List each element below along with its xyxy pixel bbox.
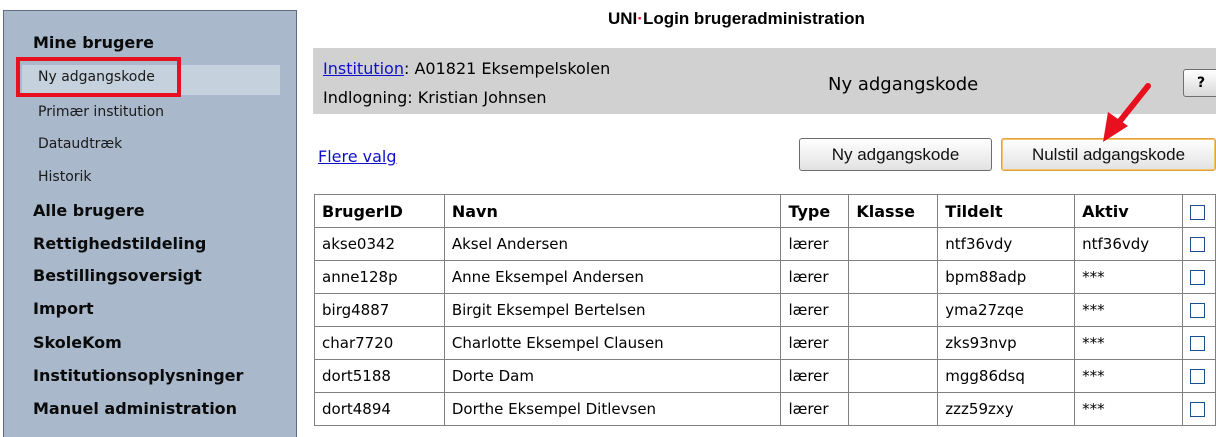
column-header-aktiv[interactable]: Aktiv: [1074, 194, 1183, 228]
cell-klasse: [848, 227, 939, 261]
cell-select: [1181, 326, 1216, 360]
cell-select: [1181, 359, 1216, 393]
cell-select: [1181, 392, 1216, 426]
cell-tildelt: mgg86dsq: [937, 359, 1076, 393]
sidebar-group-skolekom[interactable]: SkoleKom: [33, 333, 122, 352]
cell-type: lærer: [780, 359, 850, 393]
cell-klasse: [848, 260, 939, 294]
institution-line: Institution: A01821 Eksempelskolen: [323, 59, 610, 78]
cell-navn: Charlotte Eksempel Clausen: [443, 326, 782, 360]
sidebar-item-dataudtraek[interactable]: Dataudtræk: [38, 136, 122, 152]
info-bar: Institution: A01821 Eksempelskolen Indlo…: [313, 48, 1216, 114]
table-row: akse0342 Aksel Andersen lærer ntf36vdy n…: [314, 227, 1216, 261]
institution-value: : A01821 Eksempelskolen: [403, 59, 611, 78]
cell-brugerid: birg4887: [314, 293, 445, 327]
select-all-cell: [1181, 194, 1216, 228]
sidebar-item-historik[interactable]: Historik: [38, 169, 92, 185]
column-header-brugerid[interactable]: BrugerID: [314, 194, 445, 228]
column-header-klasse[interactable]: Klasse: [848, 194, 939, 228]
select-all-checkbox[interactable]: [1189, 204, 1205, 220]
table-row: char7720 Charlotte Eksempel Clausen lære…: [314, 326, 1216, 360]
cell-aktiv: ***: [1074, 392, 1183, 426]
column-header-navn[interactable]: Navn: [443, 194, 782, 228]
sidebar-group-rettighedstildeling[interactable]: Rettighedstildeling: [33, 234, 206, 253]
table-row: dort4894 Dorthe Eksempel Ditlevsen lærer…: [314, 392, 1216, 426]
cell-klasse: [848, 293, 939, 327]
cell-navn: Dorthe Eksempel Ditlevsen: [443, 392, 782, 426]
app-title: UNI·Login brugeradministration: [608, 9, 865, 28]
cell-aktiv: ***: [1074, 326, 1183, 360]
row-checkbox[interactable]: [1189, 336, 1205, 351]
cell-aktiv: ***: [1074, 260, 1183, 294]
table-header-row: BrugerID Navn Type Klasse Tildelt Aktiv: [314, 194, 1216, 228]
table-row: birg4887 Birgit Eksempel Bertelsen lærer…: [314, 293, 1216, 327]
sidebar-group-institutionsoplysninger[interactable]: Institutionsoplysninger: [33, 366, 243, 385]
users-table: BrugerID Navn Type Klasse Tildelt Aktiv …: [314, 194, 1216, 426]
row-checkbox[interactable]: [1189, 270, 1205, 285]
cell-brugerid: akse0342: [314, 227, 445, 261]
cell-navn: Anne Eksempel Andersen: [443, 260, 782, 294]
highlight-box: [16, 57, 181, 97]
login-info: Indlogning: Kristian Johnsen: [323, 88, 547, 107]
cell-brugerid: char7720: [314, 326, 445, 360]
row-checkbox[interactable]: [1189, 369, 1205, 384]
column-header-tildelt[interactable]: Tildelt: [937, 194, 1076, 228]
cell-brugerid: dort4894: [314, 392, 445, 426]
new-password-button[interactable]: Ny adgangskode: [799, 138, 992, 171]
cell-navn: Dorte Dam: [443, 359, 782, 393]
cell-aktiv: ntf36vdy: [1074, 227, 1183, 261]
cell-select: [1181, 227, 1216, 261]
sidebar-group-import[interactable]: Import: [33, 299, 94, 318]
cell-tildelt: zzz59zxy: [937, 392, 1076, 426]
cell-select: [1181, 260, 1216, 294]
cell-klasse: [848, 359, 939, 393]
cell-navn: Birgit Eksempel Bertelsen: [443, 293, 782, 327]
cell-tildelt: zks93nvp: [937, 326, 1076, 360]
column-header-type[interactable]: Type: [780, 194, 850, 228]
cell-tildelt: yma27zqe: [937, 293, 1076, 327]
cell-aktiv: ***: [1074, 293, 1183, 327]
row-checkbox[interactable]: [1189, 303, 1205, 318]
sidebar-group-manuel-administration[interactable]: Manuel administration: [33, 399, 237, 418]
institution-link[interactable]: Institution: [323, 59, 404, 78]
cell-klasse: [848, 326, 939, 360]
help-button[interactable]: ?: [1183, 69, 1216, 97]
cell-aktiv: ***: [1074, 359, 1183, 393]
table-row: dort5188 Dorte Dam lærer mgg86dsq ***: [314, 359, 1216, 393]
more-options-link[interactable]: Flere valg: [318, 147, 397, 166]
sidebar-group-bestillingsoversigt[interactable]: Bestillingsoversigt: [33, 266, 202, 285]
sidebar-group-alle-brugere[interactable]: Alle brugere: [33, 201, 145, 220]
cell-select: [1181, 293, 1216, 327]
cell-klasse: [848, 392, 939, 426]
sidebar-group-mine-brugere[interactable]: Mine brugere: [33, 33, 154, 52]
page-heading: Ny adgangskode: [828, 74, 979, 95]
sidebar-item-primaer-institution[interactable]: Primær institution: [38, 104, 164, 120]
cell-navn: Aksel Andersen: [443, 227, 782, 261]
cell-type: lærer: [780, 227, 850, 261]
row-checkbox[interactable]: [1189, 237, 1205, 252]
annotation-arrow-icon: [1103, 83, 1151, 142]
cell-type: lærer: [780, 392, 850, 426]
cell-tildelt: ntf36vdy: [937, 227, 1076, 261]
row-checkbox[interactable]: [1189, 402, 1205, 417]
cell-type: lærer: [780, 260, 850, 294]
cell-type: lærer: [780, 293, 850, 327]
cell-type: lærer: [780, 326, 850, 360]
cell-brugerid: anne128p: [314, 260, 445, 294]
table-row: anne128p Anne Eksempel Andersen lærer bp…: [314, 260, 1216, 294]
cell-brugerid: dort5188: [314, 359, 445, 393]
cell-tildelt: bpm88adp: [937, 260, 1076, 294]
